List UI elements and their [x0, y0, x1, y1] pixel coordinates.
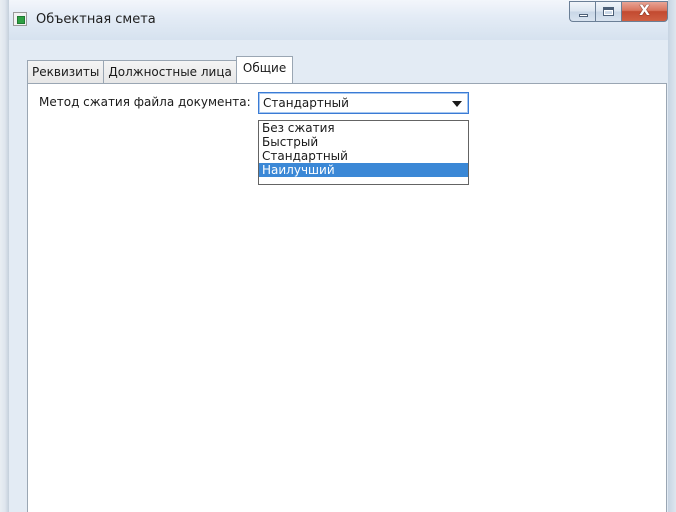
- minimize-icon: [579, 14, 588, 17]
- close-icon: X: [639, 3, 650, 19]
- compression-method-dropdown: Без сжатия Быстрый Стандартный Наилучший: [258, 120, 469, 185]
- tab-general[interactable]: Общие: [235, 56, 294, 83]
- close-button[interactable]: X: [621, 1, 668, 22]
- compression-method-label: Метод сжатия файла документа:: [39, 95, 251, 109]
- option-fast[interactable]: Быстрый: [259, 135, 468, 149]
- chevron-down-icon[interactable]: [452, 101, 462, 107]
- tab-officials[interactable]: Должностные лица: [103, 60, 237, 83]
- tab-requisites[interactable]: Реквизиты: [27, 60, 105, 83]
- compression-method-select[interactable]: Стандартный: [258, 92, 469, 114]
- option-best[interactable]: Наилучший: [259, 163, 468, 177]
- tab-strip: Реквизиты Должностные лица Общие: [27, 56, 294, 83]
- compression-method-value: Стандартный: [263, 96, 349, 110]
- right-window-border: [668, 0, 676, 512]
- caption-buttons: X: [569, 1, 668, 22]
- app-icon[interactable]: [13, 12, 27, 26]
- left-window-border: [0, 0, 9, 512]
- window-title: Объектная смета: [36, 12, 156, 27]
- minimize-button[interactable]: [569, 1, 595, 22]
- maximize-icon: [603, 7, 614, 16]
- maximize-button[interactable]: [595, 1, 621, 22]
- option-standard[interactable]: Стандартный: [259, 149, 468, 163]
- app-window: Объектная смета X Реквизиты Должностные …: [0, 0, 676, 512]
- option-no-compression[interactable]: Без сжатия: [259, 121, 468, 135]
- title-bar[interactable]: Объектная смета X: [1, 0, 675, 40]
